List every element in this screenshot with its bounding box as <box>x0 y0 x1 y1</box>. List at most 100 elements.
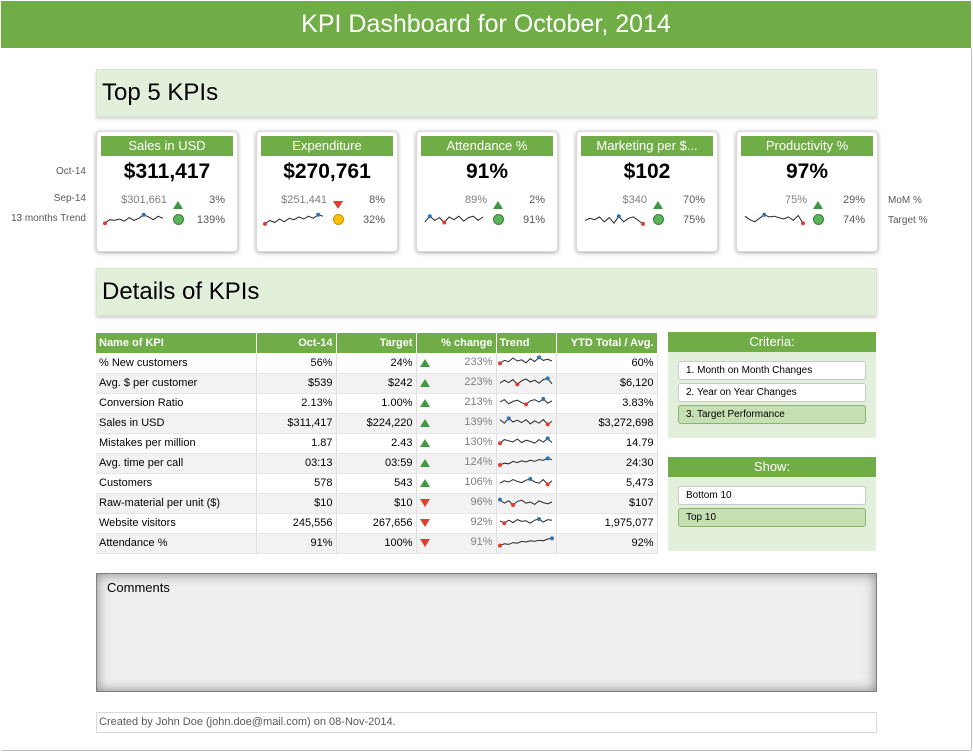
sparkline-icon <box>497 435 552 445</box>
trend-cell <box>496 453 557 474</box>
trend-cell <box>496 473 557 494</box>
triangle-up-icon <box>813 201 823 209</box>
sparkline-icon <box>499 476 552 486</box>
oct-value-cell: $539 <box>256 373 337 394</box>
table-body: % New customers 56% 24% 233% 60% Avg. $ … <box>96 353 658 554</box>
ytd-value-cell: 14.79 <box>556 433 658 454</box>
target-value-cell: $224,220 <box>336 413 417 434</box>
trend-cell <box>496 413 557 434</box>
change-cell: 96% <box>416 493 497 514</box>
table-row: Customers 578 543 106% 5,473 <box>96 473 658 494</box>
target-value-cell: 03:59 <box>336 453 417 474</box>
oct-value-cell: 2.13% <box>256 393 337 414</box>
top-kpis-header: Top 5 KPIs <box>96 69 877 117</box>
ytd-value-cell: $3,272,698 <box>556 413 658 434</box>
ytd-value-cell: 5,473 <box>556 473 658 494</box>
sparkline-icon <box>424 214 484 225</box>
change-value: 92% <box>470 516 493 528</box>
triangle-up-icon <box>493 201 503 209</box>
green-status-dot-icon <box>173 214 184 225</box>
kpi-card: Productivity % 97% 75% 29% 74% <box>736 131 878 252</box>
details-header: Details of KPIs <box>96 268 877 316</box>
kpi-name-cell: Mistakes per million <box>96 433 257 454</box>
footer-credit: Created by John Doe (john.doe@mail.com) … <box>96 712 877 733</box>
change-cell: 91% <box>416 533 497 554</box>
criteria-panel: Criteria: 1. Month on Month Changes 2. Y… <box>668 332 876 438</box>
triangle-down-icon <box>333 201 343 209</box>
yellow-status-dot-icon <box>333 214 344 225</box>
table-row: Conversion Ratio 2.13% 1.00% 213% 3.83% <box>96 393 658 414</box>
right-label-target: Target % <box>888 215 928 226</box>
col-header-trend[interactable]: Trend <box>496 333 557 353</box>
triangle-up-icon <box>419 379 430 387</box>
sparkline-icon <box>263 212 324 226</box>
change-value: 106% <box>464 476 493 488</box>
kpi-card-previous: 89% <box>464 194 487 206</box>
kpi-details-table: Name of KPI Oct-14 Target % change Trend… <box>96 333 658 554</box>
kpi-card-title: Attendance % <box>421 136 553 156</box>
kpi-card-mom: 29% <box>842 194 865 206</box>
kpi-card: Sales in USD $311,417 $301,661 3% 139% <box>96 131 238 252</box>
green-status-dot-icon <box>813 214 824 225</box>
comments-box[interactable]: Comments <box>96 573 877 692</box>
row-label-current: Oct-14 <box>55 166 86 177</box>
col-header-target[interactable]: Target <box>336 333 417 353</box>
dashboard-title: KPI Dashboard for October, 2014 <box>1 1 971 48</box>
show-option-top10[interactable]: Top 10 <box>678 508 866 527</box>
table-row: Website visitors 245,556 267,656 92% 1,9… <box>96 513 658 534</box>
kpi-card-value: 91% <box>465 160 509 183</box>
ytd-value-cell: 1,975,077 <box>556 513 658 534</box>
show-option-bottom10[interactable]: Bottom 10 <box>678 486 866 505</box>
sparkline-icon <box>584 214 645 226</box>
kpi-card-title: Sales in USD <box>101 136 233 156</box>
kpi-card-mom: 2% <box>529 194 545 206</box>
target-value-cell: 267,656 <box>336 513 417 534</box>
ytd-value-cell: 3.83% <box>556 393 658 414</box>
triangle-down-icon <box>419 539 430 547</box>
green-status-dot-icon <box>493 214 504 225</box>
change-value: 91% <box>470 536 493 548</box>
change-cell: 124% <box>416 453 497 474</box>
target-value-cell: 2.43 <box>336 433 417 454</box>
triangle-up-icon <box>419 419 430 427</box>
change-value: 233% <box>464 355 493 368</box>
change-cell: 92% <box>416 513 497 534</box>
criteria-option-mom[interactable]: 1. Month on Month Changes <box>678 361 866 380</box>
trend-cell <box>496 353 557 374</box>
triangle-down-icon <box>419 499 430 507</box>
table-header-row: Name of KPI Oct-14 Target % change Trend… <box>96 333 658 353</box>
sheet-bottom-edge <box>1 750 971 751</box>
target-value-cell: $10 <box>336 493 417 514</box>
sparkline-icon <box>499 396 552 406</box>
oct-value-cell: $311,417 <box>256 413 337 434</box>
table-row: Avg. time per call 03:13 03:59 124% 24:3… <box>96 453 658 474</box>
kpi-card: Attendance % 91% 89% 2% 91% <box>416 131 558 252</box>
kpi-card-mom: 70% <box>682 194 705 206</box>
oct-value-cell: 245,556 <box>256 513 337 534</box>
comments-label: Comments <box>107 580 170 595</box>
show-panel: Show: Bottom 10 Top 10 <box>668 457 876 551</box>
table-row: Mistakes per million 1.87 2.43 130% 14.7… <box>96 433 658 454</box>
col-header-name[interactable]: Name of KPI <box>96 333 257 353</box>
criteria-option-yoy[interactable]: 2. Year on Year Changes <box>678 383 866 402</box>
trend-cell <box>496 513 557 534</box>
kpi-name-cell: Avg. $ per customer <box>96 373 257 394</box>
col-header-oct[interactable]: Oct-14 <box>256 333 337 353</box>
trend-cell <box>496 433 557 454</box>
kpi-card-previous: $340 <box>622 194 647 206</box>
table-row: Sales in USD $311,417 $224,220 139% $3,2… <box>96 413 658 434</box>
oct-value-cell: 91% <box>256 533 337 554</box>
sparkline-icon <box>497 497 552 507</box>
triangle-up-icon <box>419 358 430 367</box>
table-row: Raw-material per unit ($) $10 $10 96% $1… <box>96 493 658 514</box>
triangle-up-icon <box>173 201 183 209</box>
col-header-change[interactable]: % change <box>416 333 497 353</box>
col-header-ytd[interactable]: YTD Total / Avg. <box>556 333 658 353</box>
kpi-card: Expenditure $270,761 $251,441 8% 32% <box>256 131 398 252</box>
kpi-card-mom: 8% <box>369 194 385 206</box>
kpi-name-cell: Attendance % <box>96 533 257 554</box>
triangle-up-icon <box>419 399 430 407</box>
criteria-option-target[interactable]: 3. Target Performance <box>678 405 866 424</box>
table-row: % New customers 56% 24% 233% 60% <box>96 353 658 374</box>
change-value: 96% <box>470 496 493 508</box>
